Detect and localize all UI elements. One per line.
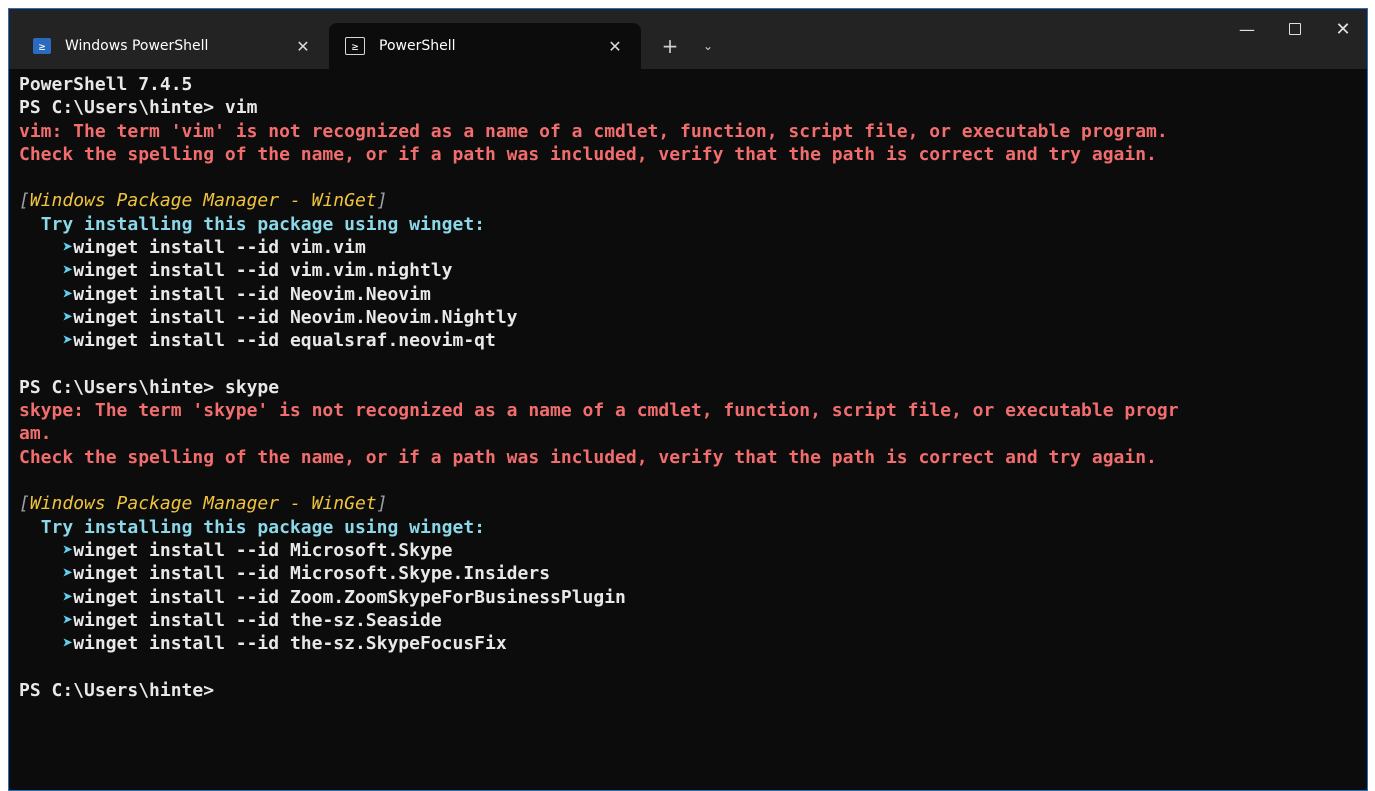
suggestion-list: ➤winget install --id vim.vim ➤winget ins…	[19, 236, 1367, 352]
suggestion-command: winget install --id vim.vim.nightly	[73, 260, 453, 282]
arrow-icon: ➤	[62, 237, 74, 259]
arrow-icon: ➤	[62, 260, 74, 282]
terminal-window: ≥ Windows PowerShell ✕ ≥ PowerShell ✕ + …	[8, 8, 1368, 791]
arrow-icon: ➤	[62, 609, 74, 631]
error-line: am.	[19, 423, 52, 445]
suggestion-command: winget install --id Zoom.ZoomSkypeForBus…	[73, 586, 626, 608]
arrow-icon: ➤	[62, 306, 74, 328]
maximize-button[interactable]	[1271, 9, 1319, 49]
winget-suggestion: ➤winget install --id Neovim.Neovim	[19, 283, 1367, 306]
prompt-line: PS C:\Users\hinte>	[19, 679, 215, 701]
powershell-icon: ≥	[33, 38, 51, 54]
error-line: vim: The term 'vim' is not recognized as…	[19, 120, 1168, 142]
winget-suggestion: ➤winget install --id vim.vim	[19, 236, 1367, 259]
winget-suggestion: ➤winget install --id Microsoft.Skype	[19, 539, 1367, 562]
winget-suggestion: ➤winget install --id Zoom.ZoomSkypeForBu…	[19, 586, 1367, 609]
winget-suggestion: ➤winget install --id the-sz.Seaside	[19, 609, 1367, 632]
arrow-icon: ➤	[62, 539, 74, 561]
close-tab-icon[interactable]: ✕	[289, 32, 317, 60]
suggestion-command: winget install --id the-sz.Seaside	[73, 609, 442, 631]
winget-suggestion: ➤winget install --id the-sz.SkypeFocusFi…	[19, 632, 1367, 655]
suggestion-command: winget install --id Neovim.Neovim	[73, 283, 431, 305]
error-line: Check the spelling of the name, or if a …	[19, 143, 1157, 165]
minimize-button[interactable]: —	[1223, 9, 1271, 49]
winget-header: [Windows Package Manager - WinGet]	[19, 493, 388, 515]
arrow-icon: ➤	[62, 563, 74, 585]
suggestion-command: winget install --id Microsoft.Skype	[73, 539, 453, 561]
try-line: Try installing this package using winget…	[19, 213, 1367, 236]
winget-header-text: Windows Package Manager - WinGet	[29, 493, 377, 515]
suggestion-command: winget install --id Neovim.Neovim.Nightl…	[73, 306, 518, 328]
winget-header-text: Windows Package Manager - WinGet	[29, 190, 377, 212]
tab-windows-powershell[interactable]: ≥ Windows PowerShell ✕	[17, 23, 329, 69]
tab-title: Windows PowerShell	[65, 38, 209, 54]
tab-powershell[interactable]: ≥ PowerShell ✕	[329, 23, 641, 69]
try-line: Try installing this package using winget…	[19, 516, 1367, 539]
new-tab-button[interactable]: +	[657, 33, 683, 59]
close-window-button[interactable]: ✕	[1319, 9, 1367, 49]
terminal-output[interactable]: PowerShell 7.4.5 PS C:\Users\hinte> vim …	[9, 69, 1367, 702]
suggestion-command: winget install --id vim.vim	[73, 237, 366, 259]
tab-bar: ≥ Windows PowerShell ✕ ≥ PowerShell ✕ + …	[9, 9, 1367, 69]
error-line: Check the spelling of the name, or if a …	[19, 446, 1157, 468]
tab-title: PowerShell	[379, 38, 456, 54]
arrow-icon: ➤	[62, 586, 74, 608]
maximize-icon	[1289, 23, 1301, 35]
winget-suggestion: ➤winget install --id equalsraf.neovim-qt	[19, 329, 1367, 352]
try-text: Try installing this package using winget…	[40, 213, 486, 235]
winget-suggestion: ➤winget install --id Microsoft.Skype.Ins…	[19, 562, 1367, 585]
winget-header: [Windows Package Manager - WinGet]	[19, 190, 388, 212]
version-line: PowerShell 7.4.5	[19, 74, 193, 95]
arrow-icon: ➤	[62, 633, 74, 655]
winget-suggestion: ➤winget install --id vim.vim.nightly	[19, 259, 1367, 282]
suggestion-list: ➤winget install --id Microsoft.Skype ➤wi…	[19, 539, 1367, 655]
arrow-icon: ➤	[62, 283, 74, 305]
error-line: skype: The term 'skype' is not recognize…	[19, 400, 1179, 422]
suggestion-command: winget install --id equalsraf.neovim-qt	[73, 330, 496, 352]
close-tab-icon[interactable]: ✕	[601, 32, 629, 60]
prompt-line: PS C:\Users\hinte> skype	[19, 376, 280, 398]
arrow-icon: ➤	[62, 330, 74, 352]
winget-suggestion: ➤winget install --id Neovim.Neovim.Night…	[19, 306, 1367, 329]
window-controls: — ✕	[1223, 9, 1367, 49]
suggestion-command: winget install --id the-sz.SkypeFocusFix	[73, 633, 507, 655]
suggestion-command: winget install --id Microsoft.Skype.Insi…	[73, 563, 551, 585]
tab-dropdown-button[interactable]: ⌄	[695, 33, 721, 59]
prompt-line: PS C:\Users\hinte> vim	[19, 97, 258, 119]
try-text: Try installing this package using winget…	[40, 516, 486, 538]
powershell-icon: ≥	[345, 37, 365, 55]
